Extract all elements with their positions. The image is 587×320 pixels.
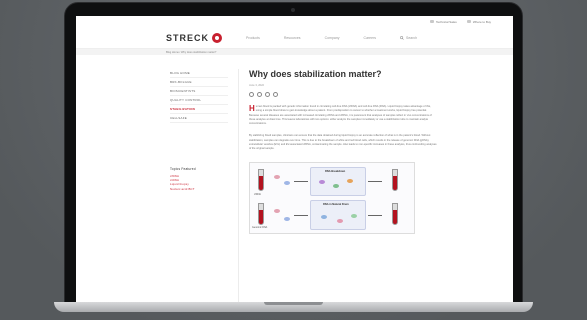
blog-sidebar: BLOG HOME BRK-BOLGUE BIOSCIENTISTS QUALI… bbox=[170, 69, 228, 305]
article: Why does stabilization matter? June 3, 2… bbox=[249, 69, 437, 305]
figure-label-genomic: Genomic DNA bbox=[252, 225, 268, 229]
cell-icon bbox=[274, 208, 280, 213]
sidebar-item-bioscientists[interactable]: BIOSCIENTISTS bbox=[170, 87, 228, 96]
article-paragraph: By stabilizing blood samples, clinicians… bbox=[249, 134, 437, 151]
cart-icon bbox=[429, 20, 434, 23]
technical-sales-link[interactable]: Technical Sales bbox=[429, 19, 457, 24]
camera-icon bbox=[291, 8, 295, 12]
utility-bar: Technical Sales Where to Buy bbox=[76, 16, 513, 27]
blood-tube-icon bbox=[258, 202, 264, 225]
nav-company[interactable]: Company bbox=[325, 36, 340, 40]
article-paragraph: Human blood is packed with genetic infor… bbox=[249, 105, 437, 126]
email-icon[interactable] bbox=[273, 92, 278, 97]
laptop-notch bbox=[264, 302, 323, 305]
figure-panel-top: RNA Breakdown bbox=[310, 166, 366, 196]
linkedin-icon[interactable] bbox=[257, 92, 262, 97]
figure-bottom-label: RNA in Natural Drum bbox=[323, 202, 349, 206]
molecule-icon bbox=[337, 218, 343, 223]
column-divider bbox=[238, 69, 239, 305]
paragraph-text: uman blood is packed with genetic inform… bbox=[249, 105, 432, 126]
search-label: Search bbox=[406, 35, 418, 40]
where-to-buy-label: Where to Buy bbox=[472, 19, 491, 24]
technical-sales-label: Technical Sales bbox=[435, 19, 457, 24]
blood-tube-icon bbox=[392, 202, 398, 225]
molecule-icon bbox=[347, 178, 353, 183]
laptop-screen: Technical Sales Where to Buy STRECK Prod… bbox=[76, 16, 513, 305]
arrow-icon bbox=[294, 214, 308, 216]
sidebar-item-brk-bolgue[interactable]: BRK-BOLGUE bbox=[170, 78, 228, 87]
nav-products[interactable]: Products bbox=[246, 36, 260, 40]
arrow-icon bbox=[368, 180, 382, 182]
molecule-icon bbox=[351, 213, 357, 218]
nav-careers[interactable]: Careers bbox=[364, 36, 376, 40]
stabilization-figure: cfDNA RNA Breakdown Genomic DNA RNA in N… bbox=[249, 161, 415, 234]
article-date: June 3, 2022 bbox=[249, 84, 264, 87]
nav-search[interactable]: Search bbox=[400, 36, 417, 40]
figure-panel-bottom: RNA in Natural Drum bbox=[310, 199, 366, 230]
share-buttons bbox=[249, 92, 437, 97]
arrow-icon bbox=[368, 214, 382, 216]
molecule-icon bbox=[319, 179, 325, 184]
cell-icon bbox=[284, 216, 290, 221]
main-nav: Products Resources Company Careers Searc… bbox=[246, 36, 417, 40]
nav-resources[interactable]: Resources bbox=[284, 36, 301, 40]
blood-tube-icon bbox=[392, 168, 398, 191]
figure-top-label: RNA Breakdown bbox=[325, 169, 346, 173]
logo-text: STRECK bbox=[166, 32, 210, 43]
where-to-buy-link[interactable]: Where to Buy bbox=[466, 19, 491, 24]
site-header: STRECK Products Resources Company Career… bbox=[76, 27, 513, 49]
laptop-bezel: Technical Sales Where to Buy STRECK Prod… bbox=[64, 2, 523, 306]
molecule-icon bbox=[321, 214, 327, 219]
molecule-icon bbox=[333, 183, 339, 188]
page-content: BLOG HOME BRK-BOLGUE BIOSCIENTISTS QUALI… bbox=[76, 55, 513, 305]
drop-cap: H bbox=[249, 104, 255, 113]
sidebar-item-stabilization[interactable]: STABILIZATION bbox=[170, 105, 228, 114]
streck-logo[interactable]: STRECK bbox=[166, 32, 223, 43]
search-icon bbox=[400, 35, 404, 40]
globe-icon bbox=[466, 20, 471, 23]
cell-icon bbox=[284, 180, 290, 185]
figure-label-cfdna: cfDNA bbox=[254, 192, 261, 196]
sidebar-item-cellsafe[interactable]: CELLSAFE bbox=[170, 114, 228, 123]
logo-mark-icon bbox=[212, 32, 223, 43]
cell-icon bbox=[274, 174, 280, 179]
sidebar-item-blog-home[interactable]: BLOG HOME bbox=[170, 69, 228, 78]
sidebar-item-quality-control[interactable]: QUALITY CONTROL bbox=[170, 96, 228, 105]
facebook-icon[interactable] bbox=[265, 92, 270, 97]
topics-title: Topics Featured bbox=[170, 167, 196, 171]
laptop: Technical Sales Where to Buy STRECK Prod… bbox=[54, 2, 533, 318]
arrow-icon bbox=[294, 180, 308, 182]
article-title: Why does stabilization matter? bbox=[249, 69, 382, 79]
twitter-icon[interactable] bbox=[249, 92, 254, 97]
blood-tube-icon bbox=[258, 168, 264, 191]
topic-link[interactable]: Nucleic acid BCT bbox=[170, 187, 228, 191]
